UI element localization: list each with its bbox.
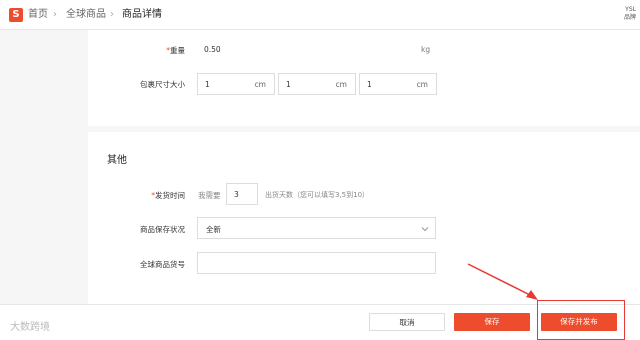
annotation-highlight-box bbox=[537, 300, 625, 340]
watermark: 大数跨境 bbox=[10, 322, 50, 333]
annotation-arrow bbox=[467, 263, 538, 300]
